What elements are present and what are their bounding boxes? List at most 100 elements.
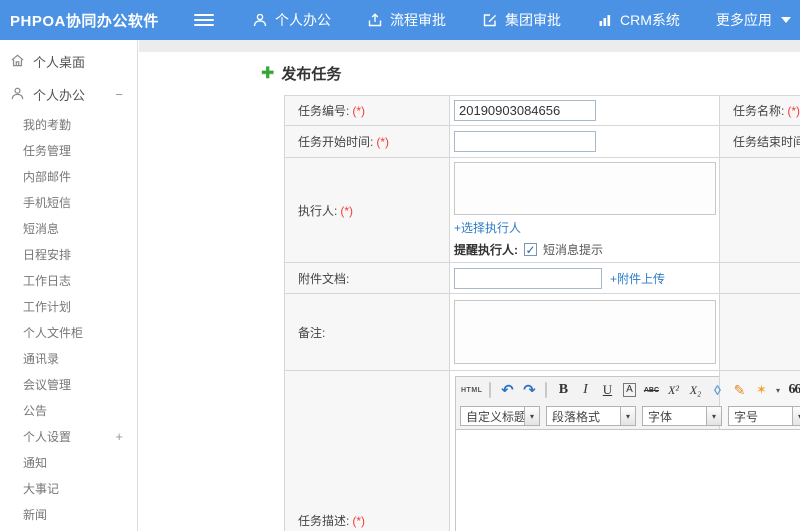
quick-format-button[interactable]: ✶ [751, 380, 771, 400]
edit-icon [482, 12, 498, 28]
superscript-button[interactable]: X² [663, 380, 683, 400]
top-menu-personal-office[interactable]: 个人办公 [252, 10, 331, 30]
sidebar-item-memorabilia[interactable]: 大事记 [0, 475, 137, 501]
top-menu-workflow-approval[interactable]: 流程审批 [367, 10, 446, 30]
sidebar-item-schedule[interactable]: 日程安排 [0, 241, 137, 267]
format-painter-button[interactable]: ✎ [729, 380, 749, 400]
sidebar-item-personal-desktop[interactable]: 个人桌面 [0, 45, 137, 78]
font-size-select[interactable]: 字号 ▾ [728, 406, 800, 426]
paragraph-format-select[interactable]: 段落格式 ▾ [546, 406, 636, 426]
table-row: 任务描述:(*) HTML↶↷BIUAABCX²X₂◊✎✶▾66TA▾ 自定义标… [284, 370, 800, 531]
remark-textarea[interactable] [454, 300, 716, 364]
sidebar-item-news[interactable]: 新闻 [0, 501, 137, 527]
toolbar-glyph: ↷ [523, 382, 536, 399]
sidebar-item-internal-mail[interactable]: 内部邮件 [0, 163, 137, 189]
chevron-down-icon: ▾ [706, 407, 721, 425]
toolbar-glyph: ▾ [775, 385, 780, 395]
toolbar-glyph: A [623, 383, 636, 397]
task-name-label: 任务名称: [733, 104, 785, 118]
user-icon [10, 86, 25, 104]
table-row: 任务开始时间:(*) 任务结束时间:(*) [284, 125, 800, 158]
rich-text-editor: HTML↶↷BIUAABCX²X₂◊✎✶▾66TA▾ 自定义标题 ▾ 段落格式 … [455, 376, 800, 531]
top-menu-crm-system[interactable]: CRM系统 [597, 10, 680, 30]
bold-button[interactable]: B [553, 380, 573, 400]
sidebar-item-notice[interactable]: 通知 [0, 449, 137, 475]
home-icon [10, 53, 25, 71]
page-title: 发布任务 [281, 65, 342, 83]
custom-title-select[interactable]: 自定义标题 ▾ [460, 406, 540, 426]
start-time-label: 任务开始时间: [298, 135, 374, 149]
app-logo: PHPOA协同办公软件 [10, 12, 159, 30]
quick-format-caret[interactable]: ▾ [773, 380, 782, 400]
sidebar-item-work-log[interactable]: 工作日志 [0, 267, 137, 293]
toolbar-glyph: HTML [461, 386, 483, 394]
undo-button[interactable]: ↶ [497, 380, 517, 400]
source-code-button[interactable]: HTML [460, 380, 483, 400]
font-box-button[interactable]: A [619, 380, 639, 400]
sidebar-item-file-cabinet[interactable]: 个人文件柜 [0, 319, 137, 345]
chevron-down-icon: ▾ [620, 407, 635, 425]
task-description-label: 任务描述: [298, 514, 350, 528]
executor-label: 执行人: [298, 203, 338, 218]
workflow-icon [367, 12, 383, 28]
sidebar-item-work-plan[interactable]: 工作计划 [0, 293, 137, 319]
top-menu-more-apps[interactable]: 更多应用 [716, 10, 791, 30]
toolbar-glyph: I [583, 382, 588, 397]
blockquote-button[interactable]: 66 [784, 380, 800, 400]
toolbar-glyph: ABC [643, 386, 660, 394]
italic-button[interactable]: I [575, 380, 595, 400]
sidebar-item-task-manage[interactable]: 任务管理 [0, 137, 137, 163]
sidebar-item-attendance[interactable]: 我的考勤 [0, 111, 137, 137]
caret-down-icon [780, 17, 791, 23]
sidebar-item-personal-office[interactable]: 个人办公 − [0, 78, 137, 111]
task-number-input[interactable] [454, 100, 596, 121]
sms-remind-checkbox[interactable]: ✓ [524, 243, 537, 256]
toolbar-glyph: ✎ [733, 381, 746, 398]
sidebar: 个人桌面 个人办公 − 我的考勤 任务管理 内部邮件 手机短信 短消息 日程安排… [0, 40, 138, 531]
sidebar-item-personal-settings[interactable]: 个人设置 + [0, 423, 137, 449]
separator [489, 382, 492, 398]
redo-button[interactable]: ↷ [519, 380, 539, 400]
user-icon [252, 12, 268, 28]
font-family-select[interactable]: 字体 ▾ [642, 406, 722, 426]
top-menu-group-approval[interactable]: 集团审批 [482, 10, 561, 30]
attachment-input[interactable] [454, 267, 602, 289]
chevron-down-icon: ▾ [524, 407, 539, 425]
choose-executor-link[interactable]: +选择执行人 [454, 221, 521, 235]
sidebar-item-announcement[interactable]: 公告 [0, 397, 137, 423]
toolbar-glyph: X₂ [689, 382, 702, 397]
table-row: 备注: [284, 293, 800, 371]
separator [545, 382, 548, 398]
underline-button[interactable]: U [597, 380, 617, 400]
chevron-down-icon: ▾ [792, 407, 800, 425]
editor-content-area[interactable] [456, 429, 800, 531]
sidebar-item-mobile-sms[interactable]: 手机短信 [0, 189, 137, 215]
table-row: 附件文档: +附件上传 [284, 262, 800, 294]
strikethrough-button[interactable]: ABC [641, 380, 661, 400]
subscript-button[interactable]: X₂ [685, 380, 705, 400]
toolbar-glyph: ✶ [756, 382, 767, 397]
collapse-icon[interactable]: − [115, 87, 123, 102]
hamburger-menu-icon[interactable] [194, 11, 214, 29]
toolbar-glyph: 66 [788, 382, 800, 397]
bar-chart-icon [597, 12, 613, 28]
end-time-label: 任务结束时间: [733, 135, 800, 149]
content-panel: ✚ 发布任务 任务编号:(*) 任务名称:(*) 任务开始时间:(*) [139, 52, 800, 531]
sidebar-item-short-message[interactable]: 短消息 [0, 215, 137, 241]
sidebar-submenu: 我的考勤 任务管理 内部邮件 手机短信 短消息 日程安排 工作日志 工作计划 个… [0, 111, 137, 527]
sidebar-item-contacts[interactable]: 通讯录 [0, 345, 137, 371]
attachment-upload-link[interactable]: +附件上传 [610, 270, 665, 287]
page-header: ✚ 发布任务 [261, 62, 800, 84]
remind-executor-label: 提醒执行人: [454, 243, 518, 257]
toolbar-glyph: X² [667, 382, 679, 397]
remove-format-button[interactable]: ◊ [707, 380, 727, 400]
task-form: 任务编号:(*) 任务名称:(*) 任务开始时间:(*) 任务结束时间:(*) [284, 95, 800, 531]
toolbar-glyph: ◊ [713, 382, 721, 398]
sidebar-item-meeting[interactable]: 会议管理 [0, 371, 137, 397]
toolbar-glyph: ↶ [501, 382, 514, 399]
start-time-input[interactable] [454, 131, 596, 152]
plus-icon: ✚ [261, 65, 275, 82]
editor-toolbar-row1: HTML↶↷BIUAABCX²X₂◊✎✶▾66TA▾ [456, 377, 800, 403]
executor-textarea[interactable] [454, 162, 716, 215]
remark-label: 备注: [298, 325, 326, 340]
